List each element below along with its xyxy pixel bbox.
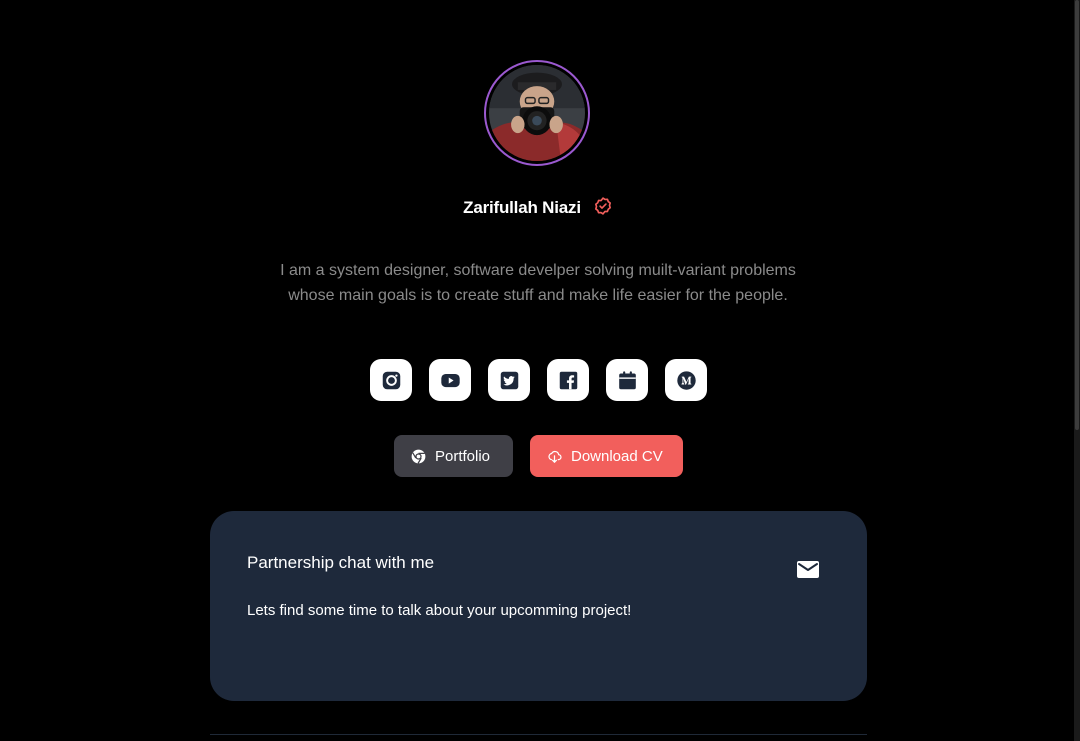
download-cv-button[interactable]: Download CV [530,435,683,477]
verified-badge-icon [593,196,613,216]
cloud-download-icon [548,450,562,463]
download-cv-label: Download CV [571,447,663,465]
instagram-link[interactable] [370,359,412,401]
calendar-icon [618,370,636,389]
name-row: Zarifullah Niazi [0,196,1076,218]
facebook-icon [559,371,577,389]
medium-icon [676,370,696,390]
instagram-icon [382,371,400,389]
medium-link[interactable] [665,359,707,401]
calendar-link[interactable] [606,359,648,401]
chrome-icon [411,449,426,464]
scrollbar[interactable] [1074,0,1080,741]
divider [210,734,867,735]
portfolio-label: Portfolio [435,447,491,465]
social-links [370,359,707,401]
action-buttons: Portfolio Download CV [394,435,683,477]
portfolio-button[interactable]: Portfolio [394,435,513,477]
mail-icon [797,561,819,578]
youtube-icon [440,373,460,387]
youtube-link[interactable] [429,359,471,401]
card-title: Partnership chat with me [247,553,435,572]
avatar [484,60,590,166]
card-description: Lets find some time to talk about your u… [247,602,632,619]
twitter-link[interactable] [488,359,530,401]
profile-bio: I am a system designer, software develpe… [280,262,796,304]
facebook-link[interactable] [547,359,589,401]
partnership-card[interactable]: Partnership chat with me Lets find some … [210,511,867,701]
twitter-icon [500,371,518,389]
avatar-photo [489,65,585,161]
profile-name: Zarifullah Niazi [463,198,581,217]
profile-page: Zarifullah Niazi I am a system designer,… [0,0,1080,741]
